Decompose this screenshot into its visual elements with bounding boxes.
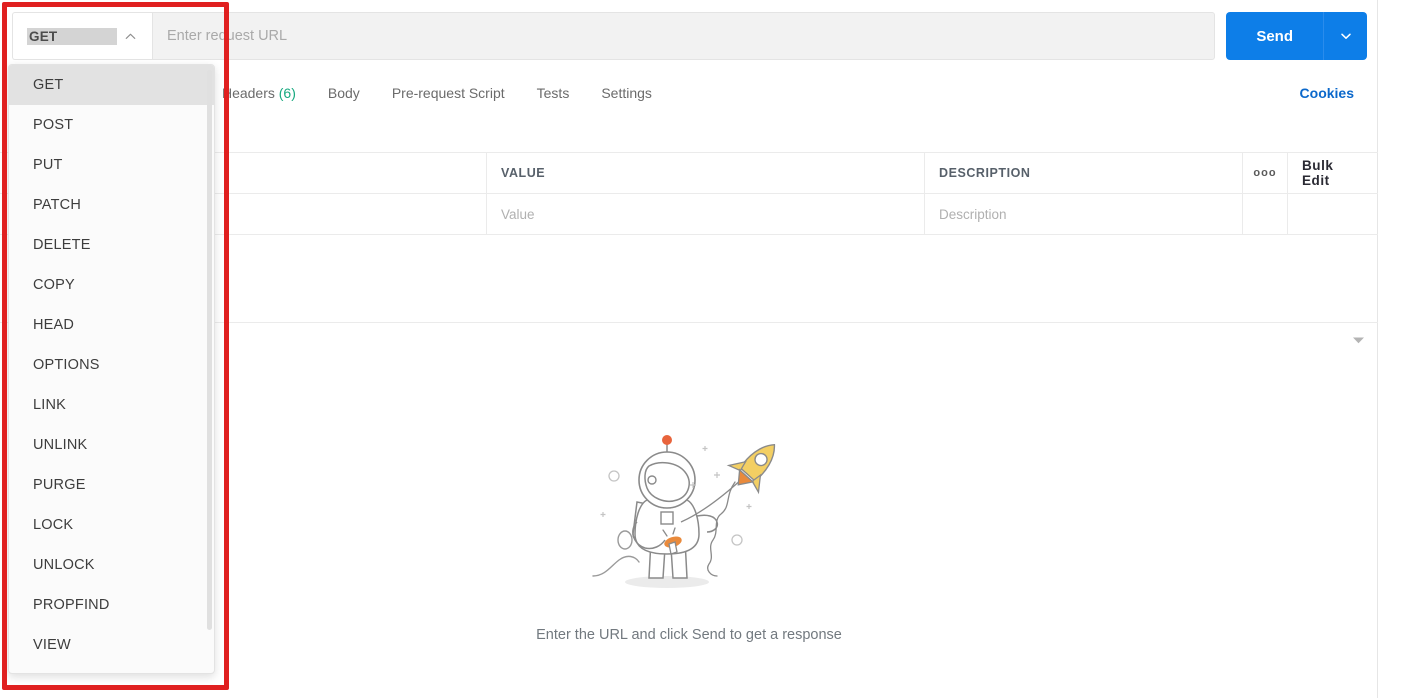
row-value-input[interactable]: Value [487, 194, 925, 234]
method-option-view-label: VIEW [33, 637, 71, 653]
postman-request-screen: GET Enter request URL Send Headers (6) B… [0, 0, 1425, 698]
method-option-unlock[interactable]: UNLOCK [9, 545, 214, 585]
method-option-copy-label: COPY [33, 277, 75, 293]
tab-settings[interactable]: Settings [585, 72, 668, 114]
row-spacer-bulk [1288, 194, 1378, 234]
more-options-icon[interactable]: ooo [1243, 153, 1288, 193]
caret-down-icon[interactable] [1349, 333, 1367, 347]
method-option-put-label: PUT [33, 157, 63, 173]
cookies-link[interactable]: Cookies [1300, 85, 1366, 101]
method-option-link[interactable]: LINK [9, 385, 214, 425]
tab-body-label: Body [327, 85, 360, 101]
astronaut-with-rocket-kite-illustration [589, 430, 789, 603]
column-header-description: DESCRIPTION [925, 153, 1243, 193]
method-option-get-label: GET [33, 77, 64, 93]
send-button[interactable]: Send [1226, 12, 1323, 60]
request-url-input[interactable]: Enter request URL [152, 12, 1216, 60]
tab-tests-label: Tests [536, 85, 570, 101]
dropdown-scrollbar-track[interactable] [207, 67, 213, 673]
http-method-selector[interactable]: GET [12, 12, 152, 60]
column-header-value: VALUE [487, 153, 925, 193]
http-method-value: GET [27, 27, 117, 45]
method-option-options-label: OPTIONS [33, 357, 100, 373]
bulk-edit-button[interactable]: Bulk Edit [1288, 153, 1378, 193]
http-method-dropdown-list: GET POST PUT PATCH DELETE COPY HEAD OPTI… [9, 65, 214, 673]
method-option-post-label: POST [33, 117, 74, 133]
row-spacer-dots [1243, 194, 1288, 234]
tab-headers-label: Headers [221, 85, 275, 101]
row-description-placeholder: Description [939, 206, 1007, 222]
method-option-patch[interactable]: PATCH [9, 185, 214, 225]
tab-body[interactable]: Body [312, 72, 376, 114]
dropdown-scrollbar-thumb[interactable] [207, 70, 212, 630]
send-options-chevron-down-icon[interactable] [1323, 12, 1367, 60]
more-options-glyph: ooo [1253, 167, 1277, 179]
method-option-view[interactable]: VIEW [9, 625, 214, 665]
tab-pre-request-script-label: Pre-request Script [391, 85, 505, 101]
tab-settings-label: Settings [601, 85, 652, 101]
method-option-unlink-label: UNLINK [33, 437, 88, 453]
send-button-group: Send [1226, 12, 1367, 60]
method-option-delete-label: DELETE [33, 237, 91, 253]
method-option-head[interactable]: HEAD [9, 305, 214, 345]
method-option-patch-label: PATCH [33, 197, 81, 213]
method-option-link-label: LINK [33, 397, 67, 413]
method-option-propfind[interactable]: PROPFIND [9, 585, 214, 625]
tab-headers[interactable]: Headers (6) [206, 72, 312, 114]
row-description-input[interactable]: Description [925, 194, 1243, 234]
method-option-options[interactable]: OPTIONS [9, 345, 214, 385]
method-option-get[interactable]: GET [9, 65, 214, 105]
chevron-up-icon [123, 29, 138, 44]
http-method-dropdown: GET POST PUT PATCH DELETE COPY HEAD OPTI… [8, 64, 215, 674]
request-url-bar: GET Enter request URL Send [12, 12, 1367, 60]
method-option-post[interactable]: POST [9, 105, 214, 145]
method-option-lock-label: LOCK [33, 517, 74, 533]
request-url-placeholder: Enter request URL [167, 28, 288, 44]
tab-tests[interactable]: Tests [521, 72, 586, 114]
method-option-put[interactable]: PUT [9, 145, 214, 185]
response-empty-message: Enter the URL and click Send to get a re… [536, 627, 842, 643]
method-option-unlock-label: UNLOCK [33, 557, 95, 573]
tab-pre-request-script[interactable]: Pre-request Script [376, 72, 521, 114]
tab-headers-count: (6) [278, 85, 296, 101]
bulk-edit-label: Bulk Edit [1302, 158, 1334, 188]
method-option-unlink[interactable]: UNLINK [9, 425, 214, 465]
method-option-purge-label: PURGE [33, 477, 86, 493]
method-option-purge[interactable]: PURGE [9, 465, 214, 505]
method-option-copy[interactable]: COPY [9, 265, 214, 305]
row-value-placeholder: Value [501, 206, 535, 222]
method-option-head-label: HEAD [33, 317, 75, 333]
method-option-delete[interactable]: DELETE [9, 225, 214, 265]
method-option-lock[interactable]: LOCK [9, 505, 214, 545]
method-option-propfind-label: PROPFIND [33, 597, 110, 613]
